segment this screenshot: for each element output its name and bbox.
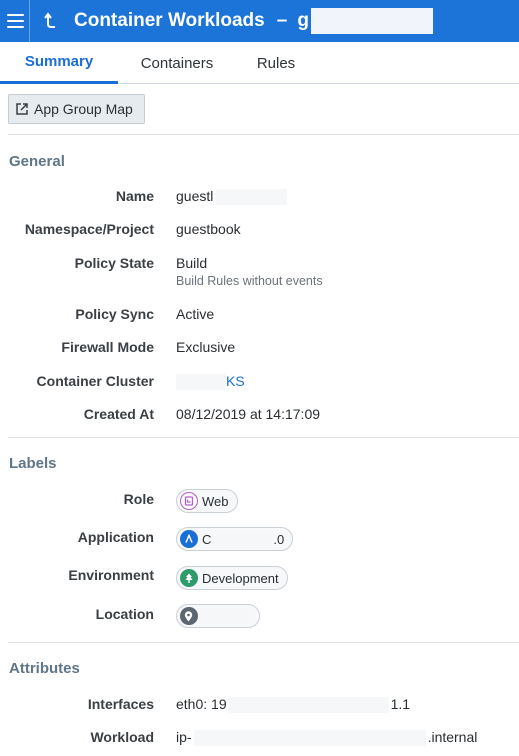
environment-label-pill[interactable]: Development — [176, 566, 288, 590]
divider — [8, 437, 519, 438]
hamburger-icon[interactable] — [0, 0, 29, 42]
field-label: Container Cluster — [36, 373, 154, 389]
interfaces-value-start: eth0: 19 — [176, 696, 227, 712]
field-label: Application — [77, 529, 154, 545]
location-pin-icon — [180, 607, 198, 625]
section-title-labels: Labels — [9, 455, 57, 472]
location-label-pill[interactable] — [176, 604, 260, 628]
interfaces-value-end: 1.1 — [390, 696, 411, 712]
role-icon — [180, 492, 198, 510]
firewall-mode-value: Exclusive — [176, 339, 236, 355]
redacted-name — [310, 8, 433, 34]
page-title: Container Workloads — [74, 10, 265, 31]
field-label: Role — [123, 491, 154, 507]
tree-icon — [180, 569, 198, 587]
container-cluster-link[interactable]: KS — [226, 373, 245, 389]
redacted-value — [176, 374, 226, 391]
name-value: guestl — [176, 188, 214, 204]
divider — [8, 642, 519, 643]
field-label: Namespace/Project — [24, 221, 154, 237]
tab-rules[interactable]: Rules — [236, 42, 316, 84]
tab-containers[interactable]: Containers — [118, 42, 236, 84]
field-label: Policy State — [74, 255, 154, 271]
section-title-general: General — [9, 153, 65, 170]
application-value-start: C — [202, 531, 212, 547]
policy-state-value: Build — [176, 255, 208, 271]
workload-value-end: .internal — [427, 729, 478, 745]
field-label: Name — [115, 188, 154, 204]
field-label: Interfaces — [87, 696, 154, 712]
tab-bar: Summary Containers Rules — [0, 42, 519, 84]
application-icon — [180, 530, 198, 548]
app-group-map-button[interactable]: App Group Map — [8, 94, 145, 124]
application-value-end: .0 — [273, 531, 285, 547]
app-group-map-label: App Group Map — [34, 101, 133, 117]
role-label-pill[interactable]: Web — [176, 489, 238, 513]
created-at-value: 08/12/2019 at 14:17:09 — [176, 406, 321, 422]
application-label-pill[interactable]: C .0 — [176, 527, 294, 551]
workload-value-start: ip- — [176, 729, 192, 745]
redacted-value — [228, 697, 389, 714]
workload-name-prefix: g — [297, 10, 309, 31]
policy-sync-value: Active — [176, 306, 215, 322]
namespace-value: guestbook — [176, 221, 241, 237]
role-value: Web — [202, 493, 229, 509]
top-bar: Container Workloads – g — [0, 0, 519, 42]
field-label: Environment — [68, 567, 154, 583]
redacted-value — [215, 189, 288, 206]
field-label: Workload — [90, 729, 154, 745]
field-label: Created At — [83, 406, 154, 422]
policy-state-sub: Build Rules without events — [176, 274, 323, 288]
redacted-value — [212, 532, 273, 546]
redacted-value — [201, 609, 251, 623]
divider — [8, 134, 519, 135]
redacted-value — [193, 730, 426, 747]
field-label: Firewall Mode — [61, 339, 154, 355]
back-arrow-icon[interactable] — [30, 0, 72, 42]
tab-summary[interactable]: Summary — [0, 42, 118, 84]
field-label: Location — [95, 606, 154, 622]
section-title-attributes: Attributes — [9, 660, 80, 677]
environment-value: Development — [202, 570, 279, 586]
field-label: Policy Sync — [75, 306, 154, 322]
title-separator: – — [276, 10, 288, 31]
external-link-icon — [16, 103, 28, 115]
